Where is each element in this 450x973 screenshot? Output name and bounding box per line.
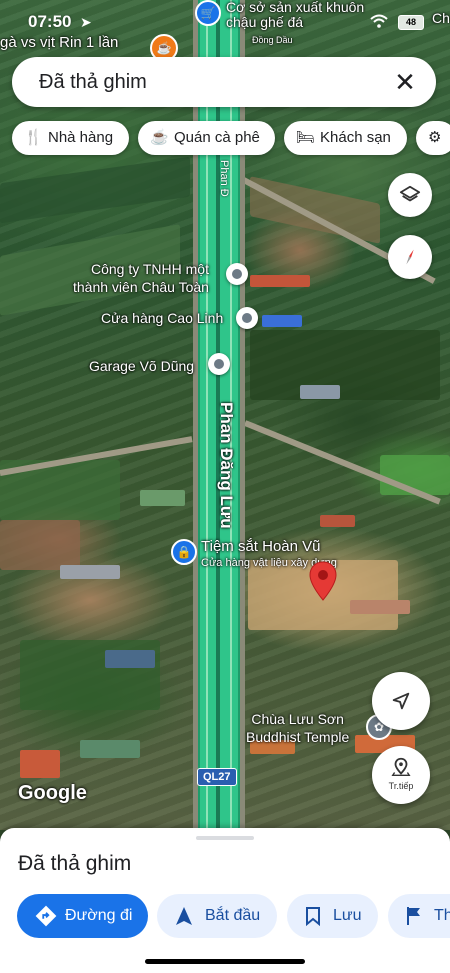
poi-label[interactable]: Tiệm sắt Hoàn Vũ (201, 538, 321, 555)
status-time: 07:50 (28, 12, 72, 31)
poi-label-line: thành viên Châu Toàn (73, 279, 209, 295)
place-marker-icon[interactable] (226, 263, 248, 285)
wifi-icon (370, 14, 388, 32)
directions-button[interactable]: Đường đi (17, 894, 148, 938)
sheet-drag-handle[interactable] (196, 836, 254, 840)
start-button[interactable]: Bắt đầu (157, 894, 277, 938)
lock-shop-icon[interactable]: 🔒 (171, 539, 197, 565)
highway-badge: QL27 (197, 768, 237, 786)
chip-attractions[interactable]: ⚙ (416, 121, 450, 155)
poi-label-line: Chùa Lưu Sơn (251, 711, 344, 727)
layers-icon (399, 185, 421, 202)
action-label: Đường đi (65, 907, 133, 924)
field (0, 520, 80, 570)
compass-button[interactable] (388, 235, 432, 279)
layers-button[interactable] (388, 173, 432, 217)
navigation-icon (175, 894, 193, 942)
place-marker-icon[interactable] (208, 353, 230, 375)
place-bottom-sheet[interactable]: Đã thả ghim Đường đi Bắt đầu Lưu Th (0, 828, 450, 973)
status-bar: 07:50 ➤ 48 (0, 12, 450, 36)
search-query[interactable]: Đã thả ghim (39, 71, 147, 94)
building (80, 740, 140, 758)
dropped-pin-icon[interactable] (309, 561, 337, 601)
chip-coffee[interactable]: ☕ Quán cà phê (138, 121, 275, 155)
save-button[interactable]: Lưu (287, 894, 378, 938)
navigation-arrow-icon (392, 692, 410, 710)
place-marker-icon[interactable] (236, 307, 258, 329)
category-chips: 🍴 Nhà hàng ☕ Quán cà phê 🛏 Khách sạn ⚙ (12, 121, 450, 157)
home-indicator (145, 959, 305, 964)
compass-icon (406, 249, 414, 265)
coffee-icon: ☕ (150, 129, 169, 146)
building (60, 565, 120, 579)
close-icon[interactable]: ✕ (388, 65, 422, 99)
hotel-icon: 🛏 (296, 129, 316, 146)
street-view-label: Tr.tiếp (388, 781, 414, 791)
poi-label[interactable]: Chùa Lưu Sơn Buddhist Temple (246, 710, 349, 746)
attractions-icon: ⚙ (428, 129, 442, 146)
field (250, 330, 440, 400)
building (350, 600, 410, 614)
my-location-button[interactable] (372, 672, 430, 730)
street-view-button[interactable]: Tr.tiếp (372, 746, 430, 804)
restaurant-icon: 🍴 (24, 129, 43, 146)
building (20, 750, 60, 778)
poi-label[interactable]: gà vs vịt Rin 1 lần (0, 34, 118, 51)
road-name: Phan Đăng Lưu (217, 402, 236, 529)
action-label: Th (434, 907, 450, 924)
field (0, 156, 190, 224)
chip-restaurants[interactable]: 🍴 Nhà hàng (12, 121, 129, 155)
building (250, 275, 310, 287)
building (105, 650, 155, 668)
poi-label[interactable]: Garage Võ Dũng (89, 358, 194, 374)
chip-label: Quán cà phê (174, 129, 260, 146)
flag-icon (406, 894, 422, 942)
building (140, 490, 185, 506)
poi-label-line: Buddhist Temple (246, 729, 350, 745)
battery-icon: 48 (398, 15, 424, 30)
field (250, 176, 380, 244)
chip-label: Khách sạn (320, 129, 391, 146)
poi-label[interactable]: Cửa hàng Cao Linh (101, 310, 223, 326)
location-arrow-icon: ➤ (80, 14, 92, 30)
bookmark-icon (305, 894, 321, 942)
road-name-small: Đồng Dầu (252, 35, 293, 45)
google-logo: Google (18, 782, 87, 804)
place-title: Đã thả ghim (18, 852, 132, 875)
search-bar[interactable]: Đã thả ghim ✕ (12, 57, 436, 107)
poi-label[interactable]: Công ty TNHH một thành viên Châu Toàn (73, 260, 209, 296)
action-label: Lưu (333, 907, 362, 924)
road-name-top: Phan Đ (218, 160, 230, 197)
directions-icon (35, 894, 57, 943)
street-view-icon (391, 757, 411, 776)
label-button[interactable]: Th (388, 894, 450, 938)
action-label: Bắt đầu (205, 907, 261, 924)
building (262, 315, 302, 327)
building (320, 515, 355, 527)
chip-label: Nhà hàng (48, 129, 114, 146)
building (300, 385, 340, 399)
poi-label-line: Công ty TNHH một (90, 261, 209, 277)
chip-hotels[interactable]: 🛏 Khách sạn (284, 121, 407, 155)
